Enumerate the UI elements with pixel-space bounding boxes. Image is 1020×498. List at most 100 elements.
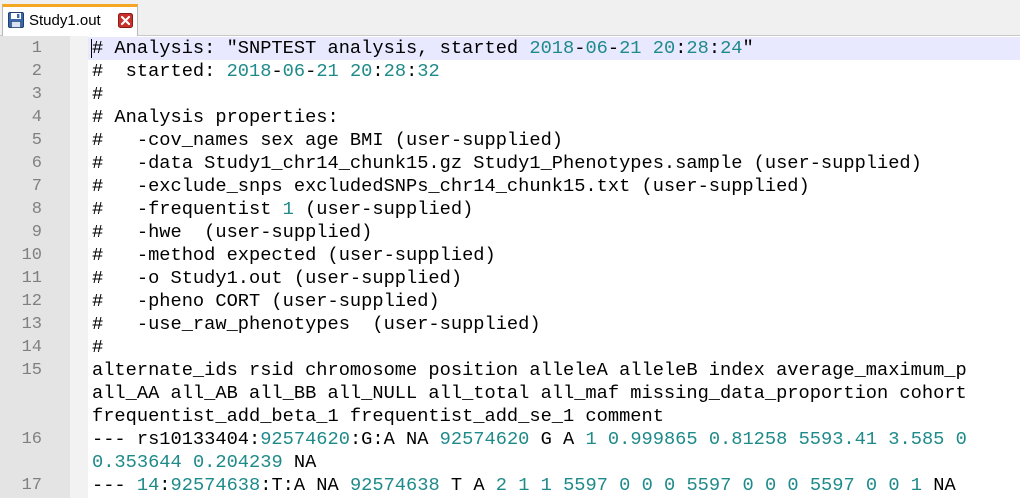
code-line: alternate_ids rsid chromosome position a… <box>92 359 967 382</box>
number-token: 5593.41 <box>798 428 878 450</box>
number-token: 5597 <box>686 474 732 496</box>
text-token: alternate_ids rsid chromosome position a… <box>92 359 967 381</box>
text-token: # -method expected (user-supplied) <box>92 244 496 266</box>
text-token: --- rs10133404: <box>92 428 261 450</box>
text-token: - <box>271 60 283 82</box>
number-token: 0.204239 <box>192 451 283 473</box>
number-token: 0 <box>787 474 799 496</box>
fold-margin <box>70 36 88 498</box>
number-token: 92574638 <box>349 474 440 496</box>
text-token: - <box>574 37 586 59</box>
number-token: 0 <box>865 474 878 496</box>
text-token: --- <box>92 474 137 496</box>
number-token: 21 <box>619 37 642 59</box>
code-line: # Analysis properties: <box>92 106 339 129</box>
text-token: G A <box>529 428 586 450</box>
number-token: 92574620 <box>260 428 350 450</box>
number-token: 14 <box>136 474 160 496</box>
code-line: # -data Study1_chr14_chunk15.gz Study1_P… <box>92 152 922 175</box>
number-token: 1 <box>910 474 923 496</box>
tab-title: Study1.out <box>29 12 101 29</box>
text-token: # -cov_names sex age BMI (user-supplied) <box>92 129 564 151</box>
number-token: 0 <box>764 474 777 496</box>
text-token: # -hwe (user-supplied) <box>92 221 373 243</box>
text-token: # -frequentist <box>92 198 283 220</box>
code-line: # -hwe (user-supplied) <box>92 221 372 244</box>
code-line: # <box>92 83 103 106</box>
text-token: # <box>92 336 104 358</box>
code-line: # <box>92 336 103 359</box>
save-icon <box>8 12 24 28</box>
text-token: all_AA all_AB all_BB all_NULL all_total … <box>92 382 967 404</box>
code-line: # -frequentist 1 (user-supplied) <box>92 198 473 221</box>
code-line: frequentist_add_beta_1 frequentist_add_s… <box>92 405 664 428</box>
number-token: 2018 <box>529 37 575 59</box>
text-token: - <box>305 60 317 82</box>
number-token: 0 <box>955 428 967 450</box>
number-token: 2018 <box>226 60 272 82</box>
text-token: # -exclude_snps excludedSNPs_chr14_chunk… <box>92 175 810 197</box>
code-line: # -exclude_snps excludedSNPs_chr14_chunk… <box>92 175 810 198</box>
number-token: 3.585 <box>888 428 945 450</box>
text-token: :T:A NA <box>260 474 350 496</box>
number-token: 2 <box>495 474 507 496</box>
line-number: 11 <box>21 269 42 288</box>
tab-study1-out[interactable]: Study1.out <box>2 4 138 36</box>
text-token: # -pheno CORT (user-supplied) <box>92 290 440 312</box>
line-number: 2 <box>31 62 42 81</box>
text-token: : <box>406 60 418 82</box>
number-token: 06 <box>282 60 306 82</box>
text-token: # Analysis: "SNPTEST analysis, started <box>92 37 530 59</box>
text-token: # Analysis properties: <box>92 106 339 128</box>
line-number: 17 <box>21 476 42 495</box>
line-number: 16 <box>21 430 42 449</box>
line-number: 10 <box>21 246 42 265</box>
code-line: # -use_raw_phenotypes (user-supplied) <box>92 313 541 336</box>
text-token: NA <box>282 451 317 473</box>
number-token: 1 <box>540 474 552 496</box>
number-token: 28 <box>383 60 407 82</box>
number-token: 20 <box>349 60 373 82</box>
number-token: 92574620 <box>439 428 530 450</box>
number-token: 32 <box>417 60 440 82</box>
number-token: 0.999865 <box>607 428 698 450</box>
text-token: # started: <box>92 60 227 82</box>
text-token: # <box>92 83 104 105</box>
line-number: 3 <box>31 85 42 104</box>
text-token: : <box>675 37 687 59</box>
number-token: 0 <box>888 474 900 496</box>
text-token: : <box>159 474 171 496</box>
code-line: all_AA all_AB all_BB all_NULL all_total … <box>92 382 967 405</box>
text-token: NA <box>922 474 956 496</box>
line-number: 8 <box>31 200 42 219</box>
number-token: 0 <box>742 474 754 496</box>
number-token: 0 <box>664 474 676 496</box>
code-line: --- 14:92574638:T:A NA 92574638 T A 2 1 … <box>92 474 956 497</box>
line-number: 13 <box>21 315 42 334</box>
code-line: 0.353644 0.204239 NA <box>92 451 316 474</box>
text-token: :G:A NA <box>349 428 440 450</box>
text-token: (user-supplied) <box>293 198 474 220</box>
text-token: T A <box>439 474 496 496</box>
close-icon[interactable] <box>118 13 133 28</box>
text-token: # -data Study1_chr14_chunk15.gz Study1_P… <box>92 152 922 174</box>
number-token: 5597 <box>563 474 608 496</box>
number-token: 24 <box>720 37 743 59</box>
code-line: # Analysis: "SNPTEST analysis, started 2… <box>92 37 754 60</box>
code-line: # -method expected (user-supplied) <box>92 244 496 267</box>
number-token: 20 <box>652 37 676 59</box>
line-number: 12 <box>21 292 42 311</box>
number-token: 06 <box>585 37 608 59</box>
